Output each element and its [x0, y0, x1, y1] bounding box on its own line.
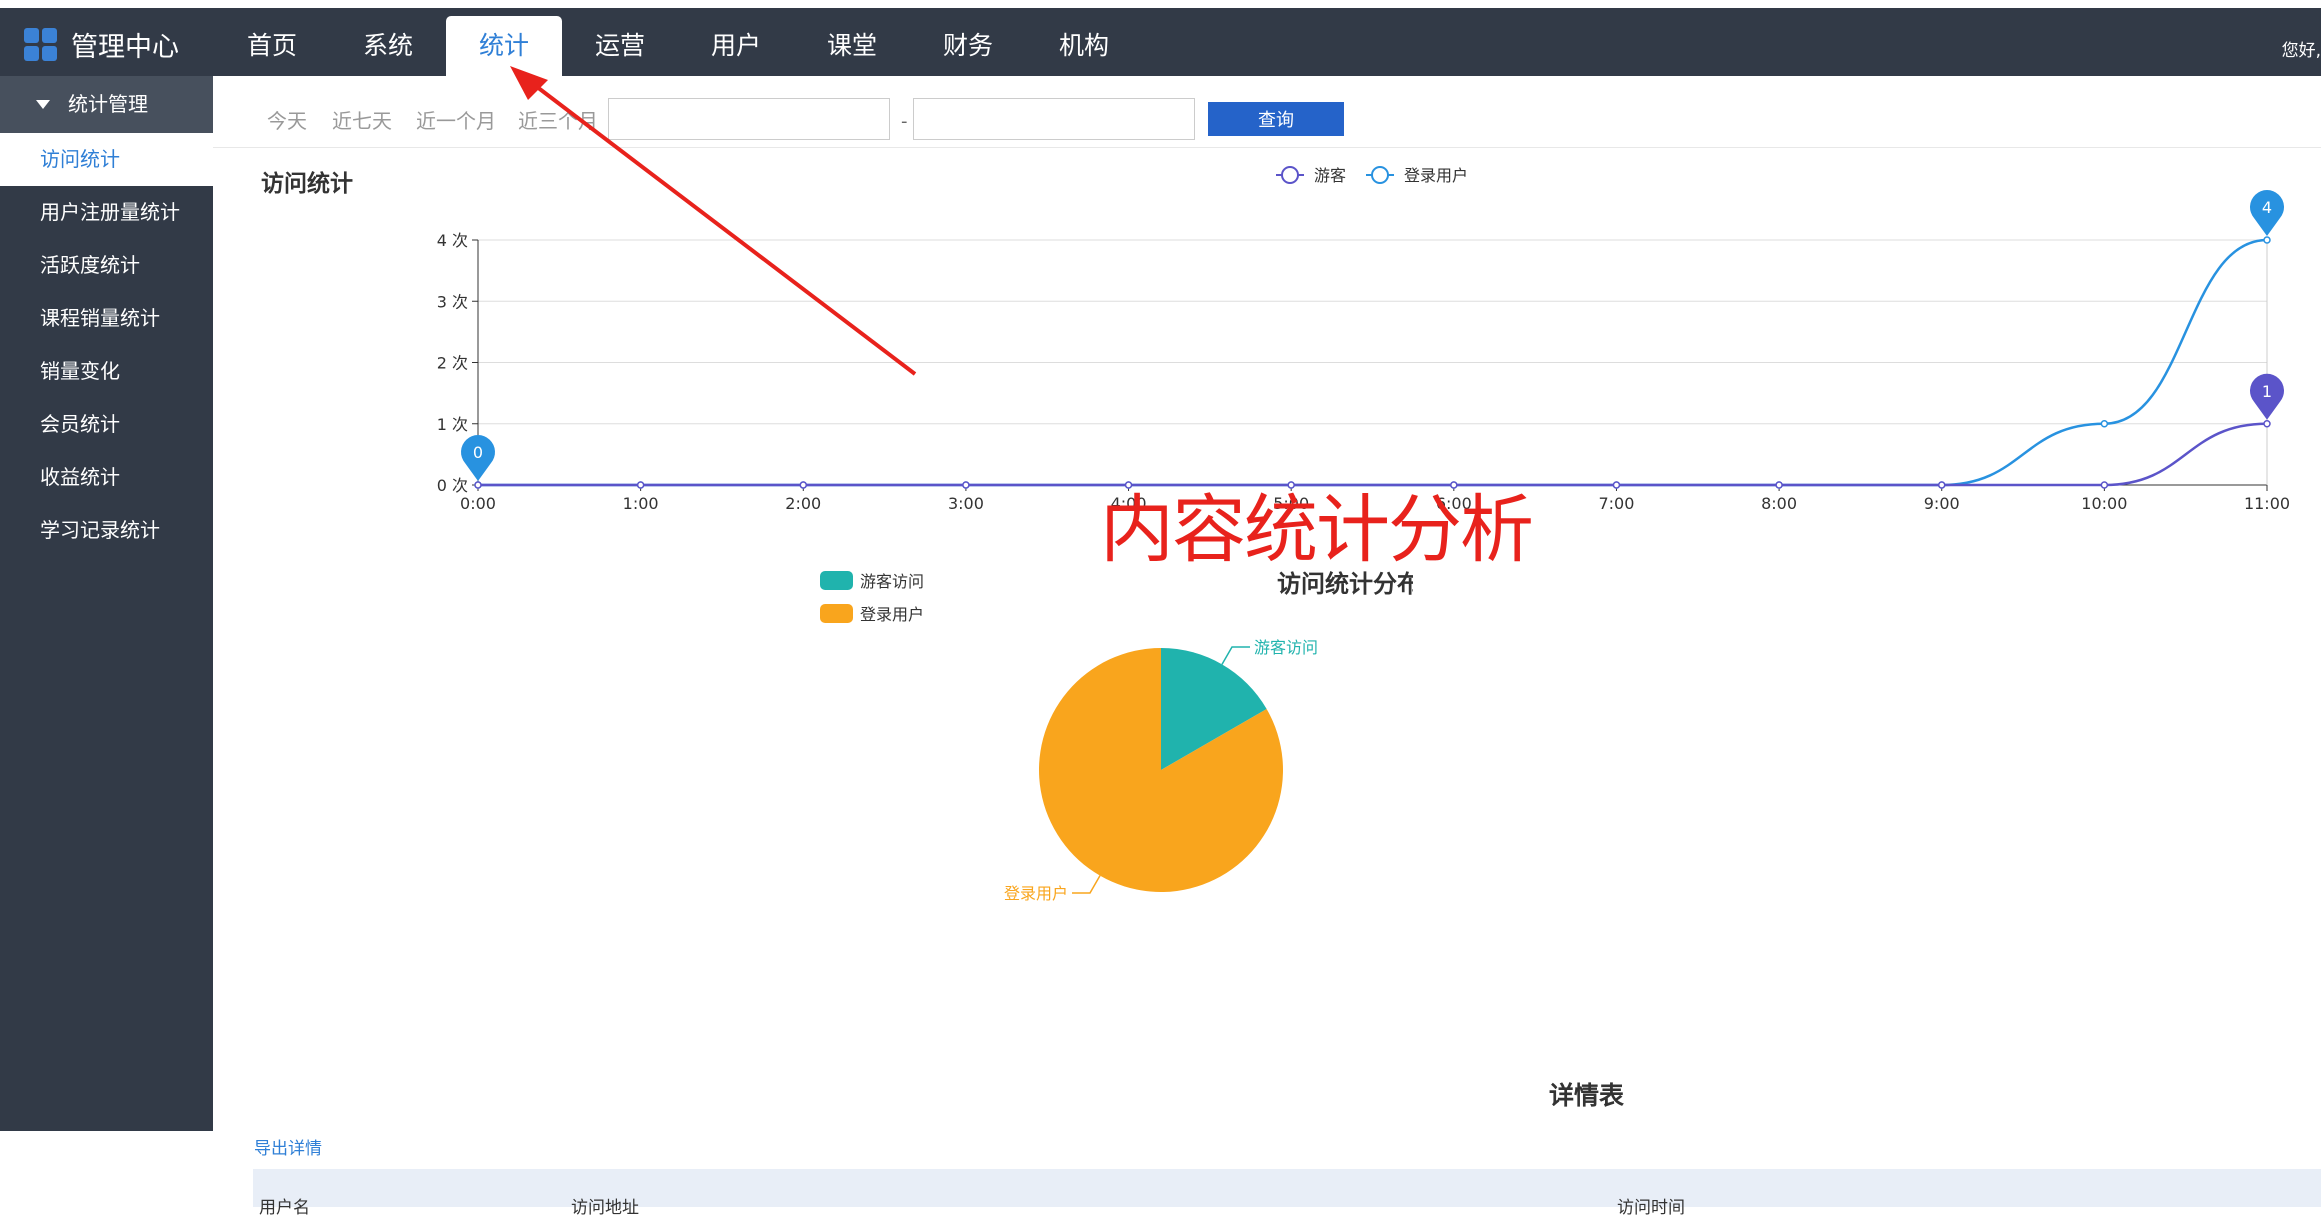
legend-swatch: [820, 604, 853, 623]
caret-down-icon: [36, 100, 50, 109]
grid-logo-icon: [24, 27, 57, 61]
data-point: [1937, 481, 1946, 489]
pie-slice-label: 登录用户: [1004, 884, 1068, 903]
sidebar-item-registration-stats[interactable]: 用户注册量统计: [0, 186, 213, 239]
data-point: [474, 481, 482, 489]
x-tick-label: 11:00: [2244, 494, 2290, 513]
query-button[interactable]: 查询: [1208, 102, 1344, 136]
nav-tab-finance[interactable]: 财务: [910, 16, 1026, 76]
x-tick-label: 0:00: [460, 494, 496, 513]
data-point: [962, 481, 970, 489]
legend-swatch: [820, 571, 853, 590]
table-header-row: 用户名 访问地址 访问时间: [253, 1169, 2321, 1218]
pie-chart: 访问统计分布情况游客访问登录用户游客访问登录用户: [820, 570, 1413, 903]
sidebar-group-header[interactable]: 统计管理: [0, 76, 213, 133]
legend-symbol: [1281, 166, 1299, 184]
data-point: [2263, 236, 2271, 244]
main-nav: 首页 系统 统计 运营 用户 课堂 财务 机构: [214, 16, 1142, 76]
filter-last-3-months[interactable]: 近三个月: [518, 105, 598, 134]
legend-label: 登录用户: [1404, 166, 1468, 185]
sidebar-item-course-sales-stats[interactable]: 课程销量统计: [0, 292, 213, 345]
column-header-time[interactable]: 访问时间: [1617, 1193, 1685, 1218]
data-point: [636, 481, 645, 489]
sidebar-item-revenue-stats[interactable]: 收益统计: [0, 451, 213, 504]
filter-last-7-days[interactable]: 近七天: [332, 105, 392, 134]
annotation-text: 内容统计分析: [1100, 487, 1534, 573]
date-separator: -: [901, 111, 908, 132]
legend-label: 游客访问: [860, 572, 924, 591]
app-title: 管理中心: [71, 31, 179, 63]
sidebar-group-label: 统计管理: [68, 92, 148, 116]
data-point: [2263, 420, 2271, 428]
nav-tab-classroom[interactable]: 课堂: [794, 16, 910, 76]
legend-label: 游客: [1314, 166, 1346, 185]
nav-tab-operations[interactable]: 运营: [562, 16, 678, 76]
sidebar-item-member-stats[interactable]: 会员统计: [0, 398, 213, 451]
column-header-username[interactable]: 用户名: [259, 1193, 310, 1218]
sidebar-item-activity-stats[interactable]: 活跃度统计: [0, 239, 213, 292]
sidebar-item-visit-stats[interactable]: 访问统计: [0, 133, 213, 186]
legend-symbol: [1371, 166, 1389, 184]
pie-label-line: [1072, 875, 1101, 894]
filter-last-month[interactable]: 近一个月: [416, 105, 496, 134]
column-header-url[interactable]: 访问地址: [571, 1193, 639, 1218]
y-tick-label: 2 次: [437, 354, 468, 373]
nav-tab-home[interactable]: 首页: [214, 16, 330, 76]
marker-label: 4: [2262, 198, 2272, 217]
marker-label: 1: [2262, 382, 2272, 401]
y-tick-label: 4 次: [437, 231, 468, 250]
filter-today[interactable]: 今天: [267, 105, 307, 134]
nav-tab-institution[interactable]: 机构: [1026, 16, 1142, 76]
x-tick-label: 3:00: [948, 494, 984, 513]
filter-bar: 今天 近七天 近一个月 近三个月 - 查询: [213, 76, 2321, 148]
pie-label-line: [1221, 646, 1250, 665]
x-tick-label: 2:00: [785, 494, 821, 513]
nav-tab-statistics[interactable]: 统计: [446, 16, 562, 76]
x-tick-label: 9:00: [1924, 494, 1960, 513]
nav-tab-system[interactable]: 系统: [330, 16, 446, 76]
y-tick-label: 3 次: [437, 292, 468, 311]
legend-label: 登录用户: [860, 605, 924, 624]
y-tick-label: 1 次: [437, 415, 468, 434]
data-point: [1775, 481, 1783, 489]
nav-tab-users[interactable]: 用户: [678, 16, 794, 76]
data-point: [2100, 481, 2109, 489]
data-point: [1612, 481, 1621, 489]
marker-label: 0: [473, 443, 483, 462]
data-point: [2100, 420, 2109, 428]
sidebar: 统计管理 访问统计 用户注册量统计 活跃度统计 课程销量统计 销量变化 会员统计…: [0, 76, 213, 1131]
top-nav-bar: 管理中心 首页 系统 统计 运营 用户 课堂 财务 机构 您好,: [0, 8, 2321, 76]
sidebar-item-sales-change[interactable]: 销量变化: [0, 345, 213, 398]
data-point: [799, 481, 808, 489]
pie-slice-label: 游客访问: [1254, 638, 1318, 657]
user-greeting[interactable]: 您好,: [2282, 36, 2321, 61]
x-tick-label: 10:00: [2081, 494, 2127, 513]
x-tick-label: 8:00: [1761, 494, 1797, 513]
export-details-link[interactable]: 导出详情: [254, 1134, 322, 1159]
sidebar-item-learning-record-stats[interactable]: 学习记录统计: [0, 504, 213, 557]
start-date-input[interactable]: [608, 98, 890, 140]
app-logo[interactable]: 管理中心: [24, 24, 179, 64]
x-tick-label: 7:00: [1598, 494, 1634, 513]
table-title: 详情表: [1549, 1081, 1625, 1110]
end-date-input[interactable]: [913, 98, 1195, 140]
x-tick-label: 1:00: [623, 494, 659, 513]
y-tick-label: 0 次: [437, 476, 468, 495]
